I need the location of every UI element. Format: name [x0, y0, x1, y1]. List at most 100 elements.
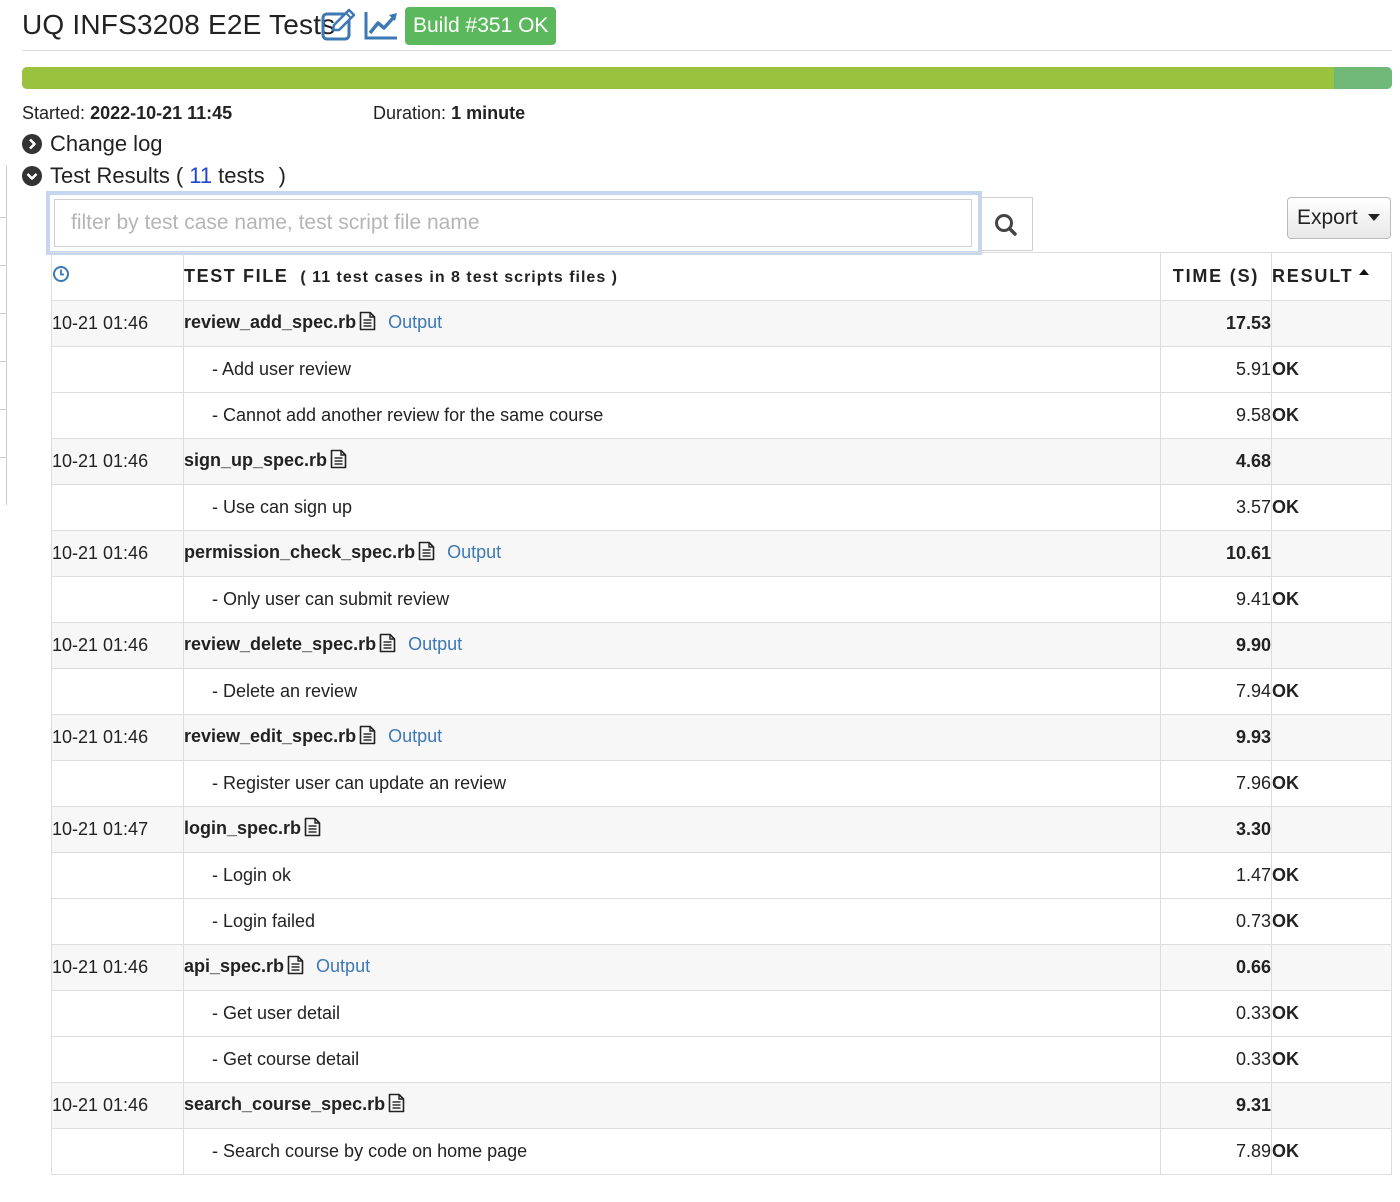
table-header-row: TEST FILE ( 11 test cases in 8 test scrip…: [51, 252, 1392, 301]
test-case-row: - Add user review 5.91 OK: [51, 346, 1392, 393]
test-file-row: 10-21 01:46 search_course_spec.rb 9.31: [51, 1082, 1392, 1129]
test-case-name: - Register user can update an review: [183, 760, 1161, 807]
filter-input[interactable]: [54, 199, 972, 247]
page-header: UQ INFS3208 E2E Tests Build #351 OK: [22, 0, 1392, 51]
file-result: [1271, 622, 1392, 669]
file-run-time: 10-21 01:46: [51, 714, 184, 761]
case-duration: 7.94: [1160, 668, 1272, 715]
duration-label: Duration:: [373, 103, 447, 123]
document-icon[interactable]: [304, 817, 321, 842]
test-results-table: TEST FILE ( 11 test cases in 8 test scrip…: [51, 252, 1392, 1175]
test-file-name[interactable]: review_delete_spec.rb: [185, 634, 377, 654]
test-case-row: - Get user detail 0.33 OK: [51, 990, 1392, 1037]
result-header-label: RESULT: [1272, 266, 1354, 286]
test-file-cell: review_delete_spec.rb Output: [183, 622, 1161, 669]
search-icon: [995, 214, 1017, 236]
test-file-row: 10-21 01:47 login_spec.rb 3.30: [51, 806, 1392, 853]
case-duration: 9.58: [1160, 392, 1272, 439]
file-run-time: 10-21 01:46: [51, 438, 184, 485]
page-title: UQ INFS3208 E2E Tests: [22, 9, 336, 40]
file-result: [1271, 300, 1392, 347]
case-time-cell: [51, 898, 184, 945]
duration-info: Duration: 1 minute: [373, 103, 525, 124]
test-file-header-label: TEST FILE: [184, 266, 289, 286]
test-file-cell: review_add_spec.rb Output: [183, 300, 1161, 347]
case-result: OK: [1271, 760, 1392, 807]
case-duration: 9.41: [1160, 576, 1272, 623]
chart-icon[interactable]: [363, 8, 399, 42]
test-file-cell: login_spec.rb: [183, 806, 1161, 853]
build-status-badge[interactable]: Build #351 OK: [405, 7, 557, 45]
file-run-time: 10-21 01:46: [51, 1082, 184, 1129]
file-result: [1271, 714, 1392, 761]
test-case-name: - Login ok: [183, 852, 1161, 899]
case-time-cell: [51, 484, 184, 531]
test-count-link[interactable]: 11: [189, 163, 212, 189]
test-case-name: - Only user can submit review: [183, 576, 1161, 623]
file-duration: 3.30: [1160, 806, 1272, 853]
case-time-cell: [51, 668, 184, 715]
document-icon[interactable]: [418, 541, 435, 566]
file-duration: 10.61: [1160, 530, 1272, 577]
output-link[interactable]: Output: [408, 634, 462, 654]
test-case-name: - Get user detail: [183, 990, 1161, 1037]
document-icon[interactable]: [330, 449, 347, 474]
test-results-toggle[interactable]: Test Results ( 11 tests ): [22, 163, 286, 189]
document-icon[interactable]: [388, 1093, 405, 1118]
result-column-header[interactable]: RESULT: [1271, 252, 1392, 301]
chevron-right-circle-icon: [22, 134, 42, 154]
case-duration: 5.91: [1160, 346, 1272, 393]
test-file-name[interactable]: review_edit_spec.rb: [185, 726, 357, 746]
file-duration: 0.66: [1160, 944, 1272, 991]
duration-column-header[interactable]: TIME (S): [1160, 252, 1272, 301]
change-log-toggle[interactable]: Change log: [22, 131, 163, 157]
output-link[interactable]: Output: [316, 956, 370, 976]
case-result: OK: [1271, 346, 1392, 393]
test-file-header-summary: ( 11 test cases in 8 test scripts files …: [300, 269, 618, 286]
file-run-time: 10-21 01:46: [51, 622, 184, 669]
case-result: OK: [1271, 484, 1392, 531]
file-result: [1271, 1082, 1392, 1129]
test-file-name[interactable]: login_spec.rb: [185, 818, 302, 838]
document-icon[interactable]: [287, 955, 304, 980]
case-duration: 0.33: [1160, 990, 1272, 1037]
progress-passed: [22, 67, 1335, 89]
test-file-cell: permission_check_spec.rb Output: [183, 530, 1161, 577]
test-case-row: - Search course by code on home page 7.89…: [51, 1128, 1392, 1175]
test-case-name: - Cannot add another review for the same…: [183, 392, 1161, 439]
test-file-name[interactable]: permission_check_spec.rb: [185, 542, 416, 562]
test-case-row: - Login ok 1.47 OK: [51, 852, 1392, 899]
case-result: OK: [1271, 1036, 1392, 1083]
time-column-header[interactable]: [51, 252, 184, 301]
test-file-name[interactable]: sign_up_spec.rb: [185, 450, 328, 470]
test-file-name[interactable]: review_add_spec.rb: [185, 312, 357, 332]
test-file-name[interactable]: search_course_spec.rb: [185, 1094, 386, 1114]
file-result: [1271, 806, 1392, 853]
test-case-row: - Cannot add another review for the same…: [51, 392, 1392, 439]
left-panel-edge: [0, 165, 7, 505]
search-button[interactable]: [982, 197, 1033, 251]
edit-icon[interactable]: [321, 8, 357, 42]
case-time-cell: [51, 760, 184, 807]
case-time-cell: [51, 990, 184, 1037]
file-duration: 4.68: [1160, 438, 1272, 485]
export-button[interactable]: Export: [1287, 197, 1391, 239]
test-file-name[interactable]: api_spec.rb: [185, 956, 285, 976]
test-case-name: - Get course detail: [183, 1036, 1161, 1083]
test-results-prefix: Test Results (: [50, 163, 184, 188]
document-icon[interactable]: [359, 725, 376, 750]
test-case-row: - Only user can submit review 9.41 OK: [51, 576, 1392, 623]
document-icon[interactable]: [379, 633, 396, 658]
output-link[interactable]: Output: [388, 726, 442, 746]
test-file-cell: search_course_spec.rb: [183, 1082, 1161, 1129]
output-link[interactable]: Output: [388, 312, 442, 332]
file-run-time: 10-21 01:46: [51, 530, 184, 577]
test-file-column-header[interactable]: TEST FILE ( 11 test cases in 8 test scrip…: [183, 252, 1161, 301]
started-value: 2022-10-21 11:45: [90, 103, 233, 123]
document-icon[interactable]: [359, 311, 376, 336]
test-file-cell: sign_up_spec.rb: [183, 438, 1161, 485]
case-duration: 1.47: [1160, 852, 1272, 899]
test-file-row: 10-21 01:46 review_add_spec.rb Output 17.53: [51, 300, 1392, 347]
test-file-row: 10-21 01:46 permission_check_spec.rb Outpu…: [51, 530, 1392, 577]
output-link[interactable]: Output: [447, 542, 501, 562]
